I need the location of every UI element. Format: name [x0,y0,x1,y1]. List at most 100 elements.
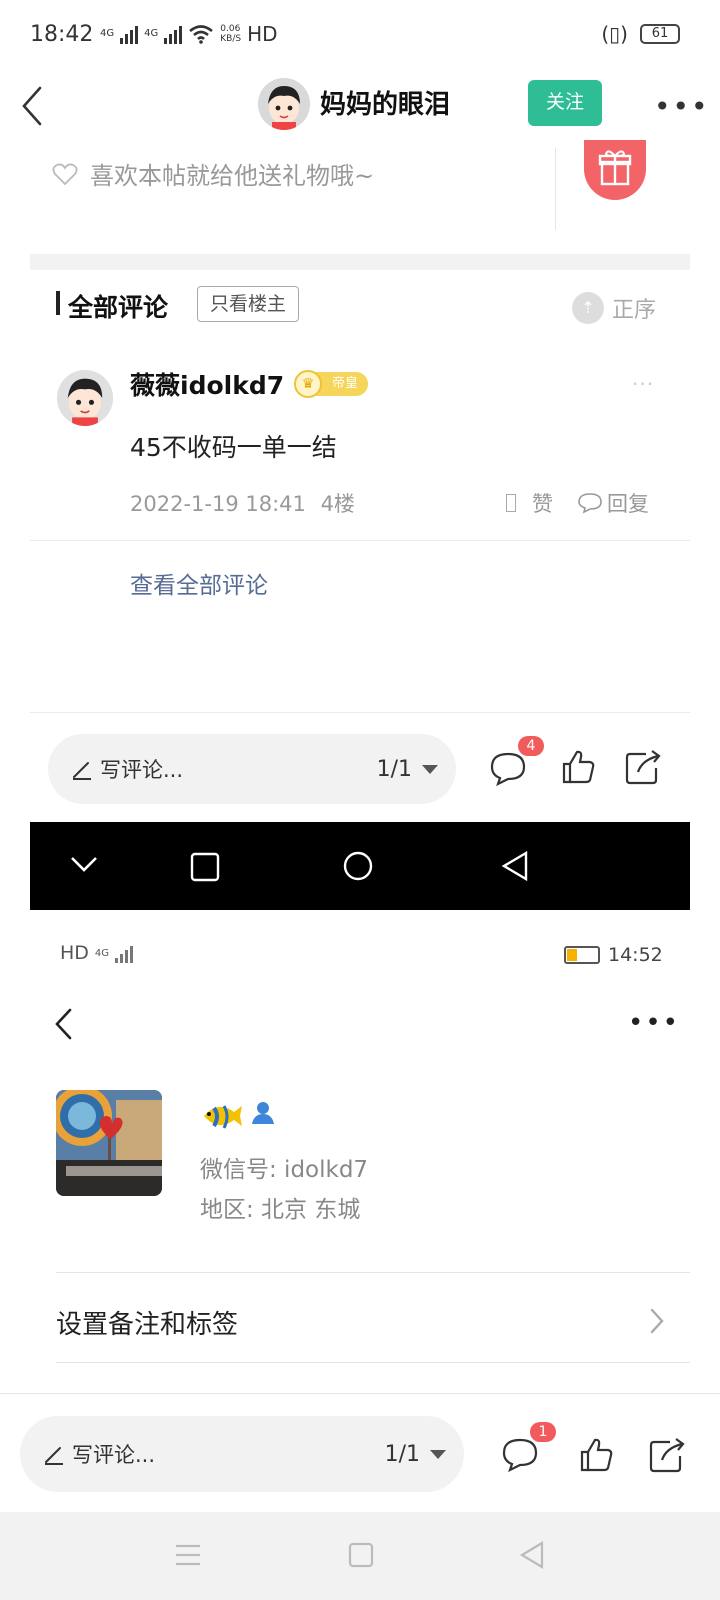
back-chevron-icon[interactable] [18,84,58,128]
back-triangle-icon[interactable] [518,1540,546,1570]
share-icon[interactable] [624,748,662,786]
write-comment-bar[interactable]: 写评论... 1/1 [48,734,456,804]
cartoon-avatar-icon [258,78,310,130]
wifi-icon [189,25,214,44]
status-bar-2: HD 4G [60,942,134,964]
battery-icon: 61 [640,24,680,44]
comment-meta: 2022-1-19 18:41 4楼 [130,488,355,518]
follow-button[interactable]: 关注 [528,80,602,126]
write-comment-input[interactable]: 写评论... [70,754,183,784]
wechat-id: 微信号: idolkd7 [200,1157,369,1183]
system-nav-bar [30,822,690,910]
crown-icon: ♛ [294,370,322,398]
signal-icon [120,24,139,44]
chevron-down-icon[interactable] [70,854,98,874]
page-indicator: 1/1 [376,756,412,782]
pen-icon [73,762,91,780]
share-icon[interactable] [648,1436,686,1474]
cartoon-avatar-icon [57,370,113,426]
gift-button[interactable] [584,140,646,200]
level-badge: ♛ 帝皇 [294,370,368,398]
network-type: 4G [94,947,110,959]
vibrate-icon: (▯) [601,22,628,46]
divider [30,712,690,713]
view-all-comments-link[interactable]: 查看全部评论 [130,566,268,600]
more-options-icon[interactable]: ••• [654,90,710,123]
pen-icon [45,1447,63,1465]
level-badge-text: 帝皇 [331,376,358,391]
like-label: 赞 [532,492,553,516]
comments-button[interactable]: 4 [488,736,544,788]
dropdown-triangle-icon [422,764,438,774]
home-circle-icon[interactable] [342,850,374,882]
like-icon [506,494,516,512]
battery-icon [564,946,600,964]
commenter-name[interactable]: 薇薇idolkd7 [130,366,284,402]
back-triangle-icon[interactable] [500,850,530,882]
comment-more-icon[interactable]: ··· [632,372,654,396]
page-selector[interactable]: 1/1 [385,1442,446,1467]
heart-outline-icon[interactable] [52,162,78,186]
status-bar: 18:42 4G 4G 0.06 KB/S HD (▯) 61 [0,0,720,70]
signal-icon [115,943,134,963]
author-avatar[interactable] [258,78,310,130]
more-options-icon[interactable]: ••• [628,1008,680,1038]
comment-floor: 4楼 [320,492,355,516]
write-comment-placeholder: 写评论... [72,1443,156,1467]
network-speed: 0.06 KB/S [220,24,242,44]
sort-order-toggle[interactable]: ⇡ 正序 [572,292,656,324]
section-marker [56,291,60,315]
reply-label: 回复 [607,492,649,516]
status-indicators: 4G 4G 0.06 KB/S HD [100,22,278,46]
comment-count-badge: 4 [518,736,544,756]
sort-order-label: 正序 [612,298,657,323]
system-nav-bar-2 [0,1512,720,1600]
page-indicator: 1/1 [384,1441,420,1467]
home-square-icon[interactable] [348,1542,374,1568]
divider [555,148,556,230]
profile-photo-image [56,1090,162,1196]
thumbs-up-icon[interactable] [560,748,596,786]
status-time: 18:42 [30,22,94,47]
comment-date: 2022-1-19 18:41 [130,492,306,516]
profile-photo[interactable] [56,1090,162,1196]
write-comment-bar-2[interactable]: 写评论... 1/1 [20,1416,464,1492]
sort-icon: ⇡ [572,292,604,324]
divider [56,1362,690,1363]
chevron-right-icon[interactable] [648,1306,666,1336]
section-separator [30,254,690,270]
set-remark-and-tags[interactable]: 设置备注和标签 [56,1304,238,1341]
reply-bubble-icon [578,493,602,514]
divider [0,1393,720,1394]
write-comment-placeholder: 写评论... [100,758,184,782]
network-type-1: 4G [100,28,115,39]
divider [30,540,690,541]
status-time-2: 14:52 [608,944,663,966]
menu-lines-icon[interactable] [174,1542,202,1568]
write-comment-input[interactable]: 写评论... [42,1439,155,1469]
comments-button[interactable]: 1 [500,1422,556,1474]
region: 地区: 北京 东城 [200,1197,361,1223]
comments-title: 全部评论 [68,293,169,322]
gift-prompt-text: 喜欢本帖就给他送礼物哦~ [90,162,375,190]
recents-square-icon[interactable] [190,852,220,882]
page-selector[interactable]: 1/1 [377,757,438,782]
thumbs-up-icon[interactable] [578,1436,614,1474]
comment-count-badge: 1 [530,1422,556,1442]
like-action[interactable]: 赞 [506,488,553,518]
reply-action[interactable]: 回复 [577,488,649,518]
dropdown-triangle-icon [430,1449,446,1459]
person-icon [252,1102,274,1124]
comment-actions: 赞 回复 [506,488,649,518]
only-owner-button[interactable]: 只看楼主 [197,286,300,322]
post-author-name[interactable]: 妈妈的眼泪 [320,84,450,121]
hd-indicator: HD [247,22,278,46]
signal-icon-2 [164,24,183,44]
network-type-2: 4G [144,28,159,39]
commenter-avatar[interactable] [57,370,113,426]
back-chevron-icon[interactable] [52,1006,76,1042]
divider [56,1272,690,1273]
gift-prompt: 喜欢本帖就给他送礼物哦~ [52,156,374,191]
gift-box-icon [598,150,632,186]
fish-emoji-icon [204,1105,242,1129]
